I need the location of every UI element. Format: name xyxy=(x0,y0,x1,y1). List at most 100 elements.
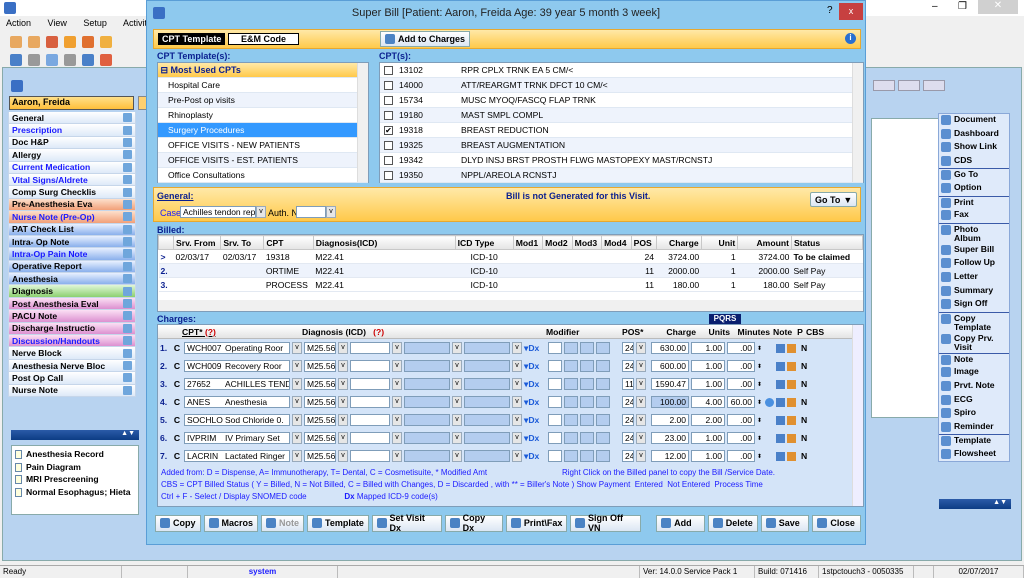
payment-icon[interactable] xyxy=(787,361,796,371)
note-icon[interactable] xyxy=(123,150,132,160)
pos-dropdown[interactable]: v xyxy=(636,396,646,408)
charge-input[interactable]: 12.00 xyxy=(651,450,689,462)
minutes-spinner[interactable]: ⬍ xyxy=(757,345,763,352)
document-item[interactable]: Anesthesia Record xyxy=(15,449,135,462)
units-input[interactable]: 1.00 xyxy=(691,378,725,390)
sidebar-scroll-arrows[interactable]: ▲▼ xyxy=(11,430,139,440)
icd-dropdown-2[interactable]: v xyxy=(392,432,402,444)
icd-dropdown-4[interactable]: v xyxy=(512,378,522,390)
modifier-1[interactable] xyxy=(548,450,562,462)
case-select[interactable]: Achilles tendon repair - STS xyxy=(180,206,256,218)
sidebar-item[interactable]: Nerve Block xyxy=(8,347,136,360)
copy-dx-button[interactable]: Copy Dx xyxy=(445,513,503,533)
icd-input-3[interactable] xyxy=(404,432,450,444)
icd-input-1[interactable]: M25.561 xyxy=(304,450,336,462)
note-icon[interactable] xyxy=(123,299,132,309)
panel-item[interactable]: Reminder xyxy=(939,421,1009,435)
billed-column-header[interactable]: CPT xyxy=(263,235,314,250)
icd-dropdown-2[interactable]: v xyxy=(392,378,402,390)
pos-dropdown[interactable]: v xyxy=(636,360,646,372)
note-icon[interactable] xyxy=(776,343,785,353)
icd-input-3[interactable] xyxy=(404,414,450,426)
icd-input-4[interactable] xyxy=(464,414,510,426)
icd-dropdown-3[interactable]: v xyxy=(452,414,462,426)
sidebar-item[interactable]: Current Medication xyxy=(8,161,136,174)
sidebar-item[interactable]: Prescription xyxy=(8,124,136,137)
modifier-4[interactable] xyxy=(596,450,610,462)
diag-help-link[interactable]: (?) xyxy=(373,327,384,337)
cpt-dropdown[interactable]: v xyxy=(292,360,302,372)
pos-input[interactable]: 11 xyxy=(622,378,634,390)
payment-icon[interactable] xyxy=(787,415,796,425)
modifier-3[interactable] xyxy=(580,378,594,390)
icd-input-4[interactable] xyxy=(464,378,510,390)
icd-input-2[interactable] xyxy=(350,414,390,426)
pos-input[interactable]: 24 xyxy=(622,396,634,408)
minutes-input[interactable]: .00 xyxy=(727,432,755,444)
cpt-checkbox[interactable] xyxy=(384,65,393,75)
note-icon[interactable] xyxy=(123,261,132,271)
panel-item[interactable]: Super Bill xyxy=(939,244,1009,258)
billed-column-header[interactable]: Mod2 xyxy=(542,235,573,250)
billed-column-header[interactable]: Srv. From xyxy=(173,235,222,250)
minutes-spinner[interactable]: ⬍ xyxy=(757,399,763,406)
icd-input-3[interactable] xyxy=(404,342,450,354)
note-icon[interactable] xyxy=(123,137,132,147)
pos-input[interactable]: 24 xyxy=(622,414,634,426)
charge-input[interactable]: 1590.47 xyxy=(651,378,689,390)
sidebar-item[interactable]: Nurse Note xyxy=(8,384,136,397)
modifier-4[interactable] xyxy=(596,342,610,354)
cpt-checkbox[interactable] xyxy=(384,140,393,150)
billed-row[interactable]: 3. PROCESS M22.41 ICD-10 11 180.00 1 180.00 Self… xyxy=(158,277,863,292)
panel-item[interactable]: Prvt. Note xyxy=(939,380,1009,394)
billed-column-header[interactable] xyxy=(158,235,175,250)
modifier-1[interactable] xyxy=(548,432,562,444)
modifier-1[interactable] xyxy=(548,378,562,390)
billed-column-header[interactable]: POS xyxy=(630,235,657,250)
pos-input[interactable]: 24 xyxy=(622,360,634,372)
app-close-button[interactable]: ✕ xyxy=(978,0,1018,14)
lab-flask-icon[interactable] xyxy=(100,35,112,48)
icd-input-3[interactable] xyxy=(404,450,450,462)
note-icon[interactable] xyxy=(123,373,132,383)
modifier-3[interactable] xyxy=(580,432,594,444)
set-visit-dx-button[interactable]: Set Visit Dx xyxy=(371,513,443,533)
panel-item[interactable]: Letter xyxy=(939,271,1009,285)
delete-button[interactable]: Delete xyxy=(707,514,758,532)
panel-item[interactable]: Fax xyxy=(939,209,1009,223)
cpt-input[interactable]: IVPRIM IV Primary Set xyxy=(184,432,290,444)
note-icon[interactable] xyxy=(123,162,132,172)
template-item[interactable]: Office Consultations xyxy=(158,168,368,183)
cpt-input[interactable]: WCH009 Recovery Roor xyxy=(184,360,290,372)
billed-horizontal-scrollbar[interactable] xyxy=(158,300,863,311)
cpt-dropdown[interactable]: v xyxy=(292,414,302,426)
icd-dropdown-1[interactable]: v xyxy=(338,450,348,462)
close-button[interactable]: Close xyxy=(812,514,861,532)
modifier-4[interactable] xyxy=(596,378,610,390)
billed-column-header[interactable]: Mod4 xyxy=(601,235,632,250)
open-folder-icon[interactable] xyxy=(10,53,22,66)
panel-item[interactable]: Follow Up xyxy=(939,257,1009,271)
dx-mapping-button[interactable]: ▾Dx xyxy=(524,451,546,462)
icd-input-2[interactable] xyxy=(350,450,390,462)
minutes-input[interactable]: .00 xyxy=(727,450,755,462)
icd-dropdown-3[interactable]: v xyxy=(452,342,462,354)
modifier-1[interactable] xyxy=(548,414,562,426)
billed-row[interactable]: >02/03/17 02/03/17 19318 M22.41 ICD-10 24 3724… xyxy=(158,249,863,264)
sidebar-item[interactable]: General xyxy=(8,112,136,125)
note-icon[interactable] xyxy=(123,311,132,321)
icd-dropdown-3[interactable]: v xyxy=(452,432,462,444)
cpt-checkbox[interactable]: ✔ xyxy=(384,125,393,135)
panel-item[interactable]: Dashboard xyxy=(939,128,1009,142)
payment-icon[interactable] xyxy=(787,433,796,443)
modifier-4[interactable] xyxy=(596,360,610,372)
note-icon[interactable] xyxy=(776,451,785,461)
add-icon[interactable] xyxy=(28,53,40,66)
icd-input-2[interactable] xyxy=(350,342,390,354)
icd-dropdown-3[interactable]: v xyxy=(452,360,462,372)
icd-input-2[interactable] xyxy=(350,360,390,372)
note-icon[interactable] xyxy=(776,397,785,407)
units-input[interactable]: 2.00 xyxy=(691,414,725,426)
payment-icon[interactable] xyxy=(787,343,796,353)
sidebar-item[interactable]: Anesthesia Nerve Bloc xyxy=(8,359,136,373)
